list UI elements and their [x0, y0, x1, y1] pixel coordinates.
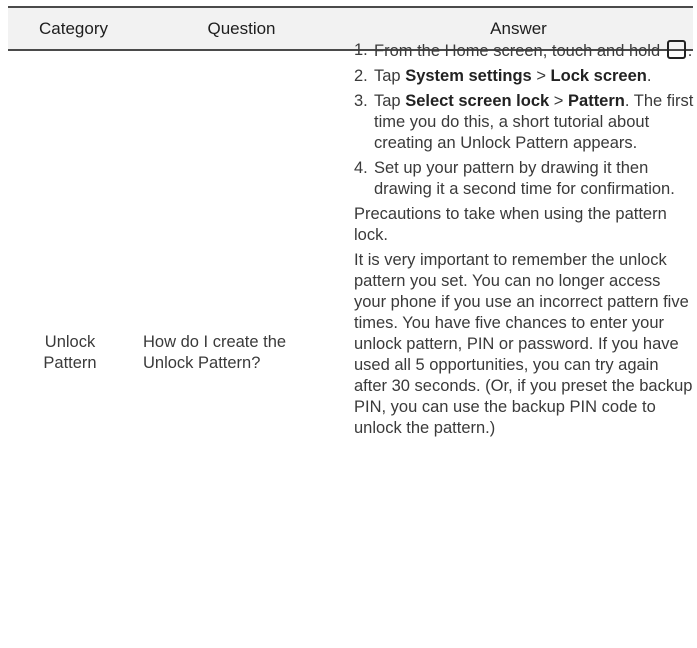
step-text: From the Home screen, touch and hold — [374, 42, 661, 60]
menu-path-pattern: Pattern — [568, 92, 625, 110]
precautions-text: Precautions to take when using the patte… — [354, 205, 667, 244]
menu-path-select-screen-lock: Select screen lock — [405, 92, 550, 110]
step-number: 3. — [354, 92, 368, 110]
step-text: > — [531, 67, 551, 85]
answer-cell: 1. From the Home screen, touch and hold … — [354, 40, 694, 439]
step-text: . — [687, 42, 693, 60]
step-2: 2. Tap System settings > Lock screen. — [354, 66, 694, 87]
question-cell: How do I create the Unlock Pattern? — [143, 332, 343, 374]
step-text: Tap — [374, 67, 406, 85]
header-category: Category — [39, 19, 108, 38]
category-line-2: Pattern — [43, 354, 97, 372]
menu-path-system-settings: System settings — [405, 67, 532, 85]
question-line-2: Unlock Pattern? — [143, 354, 261, 372]
warning-text: It is very important to remember the unl… — [354, 251, 693, 437]
menu-path-lock-screen: Lock screen — [550, 67, 647, 85]
header-question: Question — [207, 19, 276, 38]
step-text: Set up your pattern by drawing it then d… — [374, 159, 675, 198]
step-number: 2. — [354, 67, 368, 85]
step-number: 4. — [354, 159, 368, 177]
step-1: 1. From the Home screen, touch and hold … — [354, 40, 694, 62]
category-line-1: Unlock — [44, 333, 96, 351]
step-text: Tap — [374, 92, 406, 110]
step-4: 4. Set up your pattern by drawing it the… — [354, 158, 694, 200]
step-number: 1. — [354, 41, 368, 59]
step-text: > — [549, 92, 569, 110]
question-line-1: How do I create the — [143, 333, 287, 351]
category-cell: Unlock Pattern — [30, 332, 110, 374]
recent-apps-icon — [666, 40, 686, 59]
step-text: . — [646, 67, 652, 85]
step-3: 3. Tap Select screen lock > Pattern. The… — [354, 91, 694, 154]
